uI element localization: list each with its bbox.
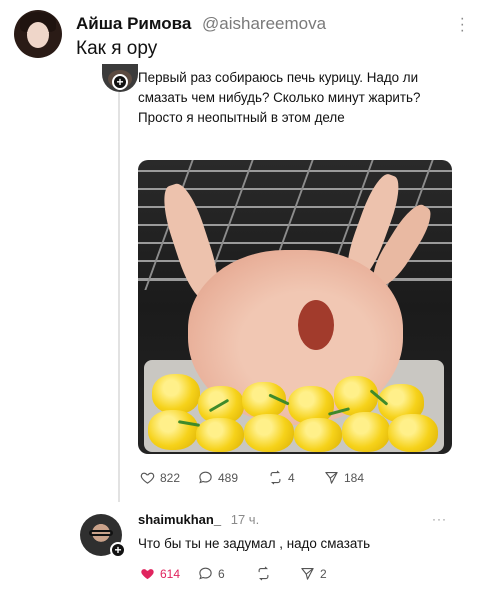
repost-icon <box>258 566 269 581</box>
comment-icon <box>199 471 212 484</box>
repost-icon <box>270 470 281 485</box>
like-action[interactable]: 822 <box>140 470 180 485</box>
reply-like-action[interactable]: 614 <box>140 566 180 581</box>
post-photo[interactable] <box>138 160 452 454</box>
avatar-glasses <box>89 530 113 536</box>
repost-action[interactable]: 4 <box>268 470 295 485</box>
author-avatar[interactable] <box>14 10 62 58</box>
potato <box>342 412 390 452</box>
send-icon <box>325 471 338 484</box>
outer-post-header: Айша Римова @aishareemova · · · Как я ору <box>14 8 469 68</box>
author-name[interactable]: Айша Римова <box>76 14 191 33</box>
avatar-face <box>27 22 49 48</box>
send-icon <box>301 567 314 580</box>
potato <box>148 410 198 450</box>
reply-actions: 614 6 2 <box>140 566 360 586</box>
author-handle[interactable]: @aishareemova <box>202 14 326 33</box>
potato <box>196 418 244 452</box>
chicken-cavity <box>298 300 334 350</box>
reply-text: Что бы ты не задумал , надо смазать <box>138 536 371 551</box>
follow-plus-icon[interactable]: + <box>110 542 126 558</box>
potato <box>388 414 438 452</box>
reply-action[interactable]: 489 <box>198 470 238 485</box>
reply-share-count: 2 <box>320 566 327 581</box>
more-options-icon[interactable]: ··· <box>432 512 447 526</box>
author-name-line: Айша Римова @aishareemova <box>76 14 326 34</box>
reply-username[interactable]: shaimukhan_ <box>138 512 221 527</box>
reply-time: 17 ч. <box>230 512 260 527</box>
reply-repost-action[interactable] <box>256 566 271 581</box>
follow-plus-icon[interactable]: + <box>112 74 128 90</box>
heart-filled-icon <box>141 569 154 580</box>
potato <box>294 418 342 452</box>
reply-reply-action[interactable]: 6 <box>198 566 225 581</box>
oven-rack <box>138 170 452 172</box>
potato <box>152 374 200 414</box>
share-action[interactable]: 184 <box>324 470 364 485</box>
reply-share-action[interactable]: 2 <box>300 566 327 581</box>
share-count: 184 <box>344 470 365 485</box>
repost-count: 4 <box>288 470 295 485</box>
quoted-post-text: Первый раз собираюсь печь курицу. Надо л… <box>138 70 421 125</box>
vertical-dots-icon[interactable]: · · · <box>460 11 465 39</box>
thread-line <box>118 92 120 502</box>
comment-icon <box>199 567 212 580</box>
potato <box>244 414 294 452</box>
quoted-post-actions: 822 489 4 184 <box>140 470 450 492</box>
reply-like-count: 614 <box>160 566 181 581</box>
outer-post-text: Как я ору <box>76 38 158 59</box>
like-count: 822 <box>160 470 181 485</box>
reply-count: 489 <box>218 470 239 485</box>
reply-reply-count: 6 <box>218 566 225 581</box>
reply-header: shaimukhan_ 17 ч. <box>138 512 259 527</box>
heart-icon <box>140 472 155 484</box>
